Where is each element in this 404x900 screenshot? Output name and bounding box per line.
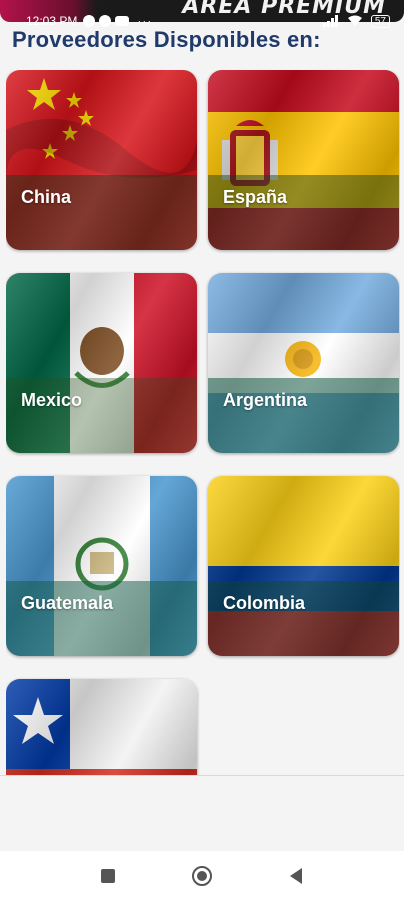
country-label: Argentina xyxy=(223,390,308,410)
country-label: Guatemala xyxy=(21,593,114,613)
circle-icon xyxy=(192,865,212,886)
notification-icons: ··· xyxy=(83,14,152,28)
country-card-colombia[interactable]: Colombia xyxy=(208,476,399,656)
back-triangle-icon xyxy=(290,867,302,884)
back-button[interactable] xyxy=(284,864,308,888)
country-card-argentina[interactable]: Argentina xyxy=(208,273,399,453)
country-card-china[interactable]: China xyxy=(6,70,197,250)
recents-button[interactable] xyxy=(96,864,120,888)
home-button[interactable] xyxy=(190,864,214,888)
signal-icon xyxy=(322,15,338,27)
more-notifications-icon: ··· xyxy=(137,14,153,28)
country-label: España xyxy=(223,187,288,207)
country-label: Mexico xyxy=(21,390,83,410)
status-time: 12:03 PM xyxy=(26,14,78,28)
bottom-spacer xyxy=(0,775,404,851)
youtube-icon xyxy=(115,16,130,26)
country-grid: China España Mexico Argentina Guatemala … xyxy=(6,70,400,775)
system-nav-bar xyxy=(0,851,404,900)
messenger-icon xyxy=(83,15,96,27)
country-card-mexico[interactable]: Mexico xyxy=(6,273,197,453)
square-icon xyxy=(101,868,115,883)
country-label: Colombia xyxy=(223,593,306,613)
country-label: China xyxy=(21,187,72,207)
wifi-icon xyxy=(347,15,362,26)
battery-icon: 57 xyxy=(370,14,390,28)
country-card-espana[interactable]: España xyxy=(208,70,399,250)
country-card-guatemala[interactable]: Guatemala xyxy=(6,476,197,656)
system-icons: 57 xyxy=(322,14,390,28)
page-title: Proveedores Disponibles en: xyxy=(12,27,321,52)
country-card-chile[interactable] xyxy=(6,679,197,775)
chat-icon xyxy=(99,15,112,27)
